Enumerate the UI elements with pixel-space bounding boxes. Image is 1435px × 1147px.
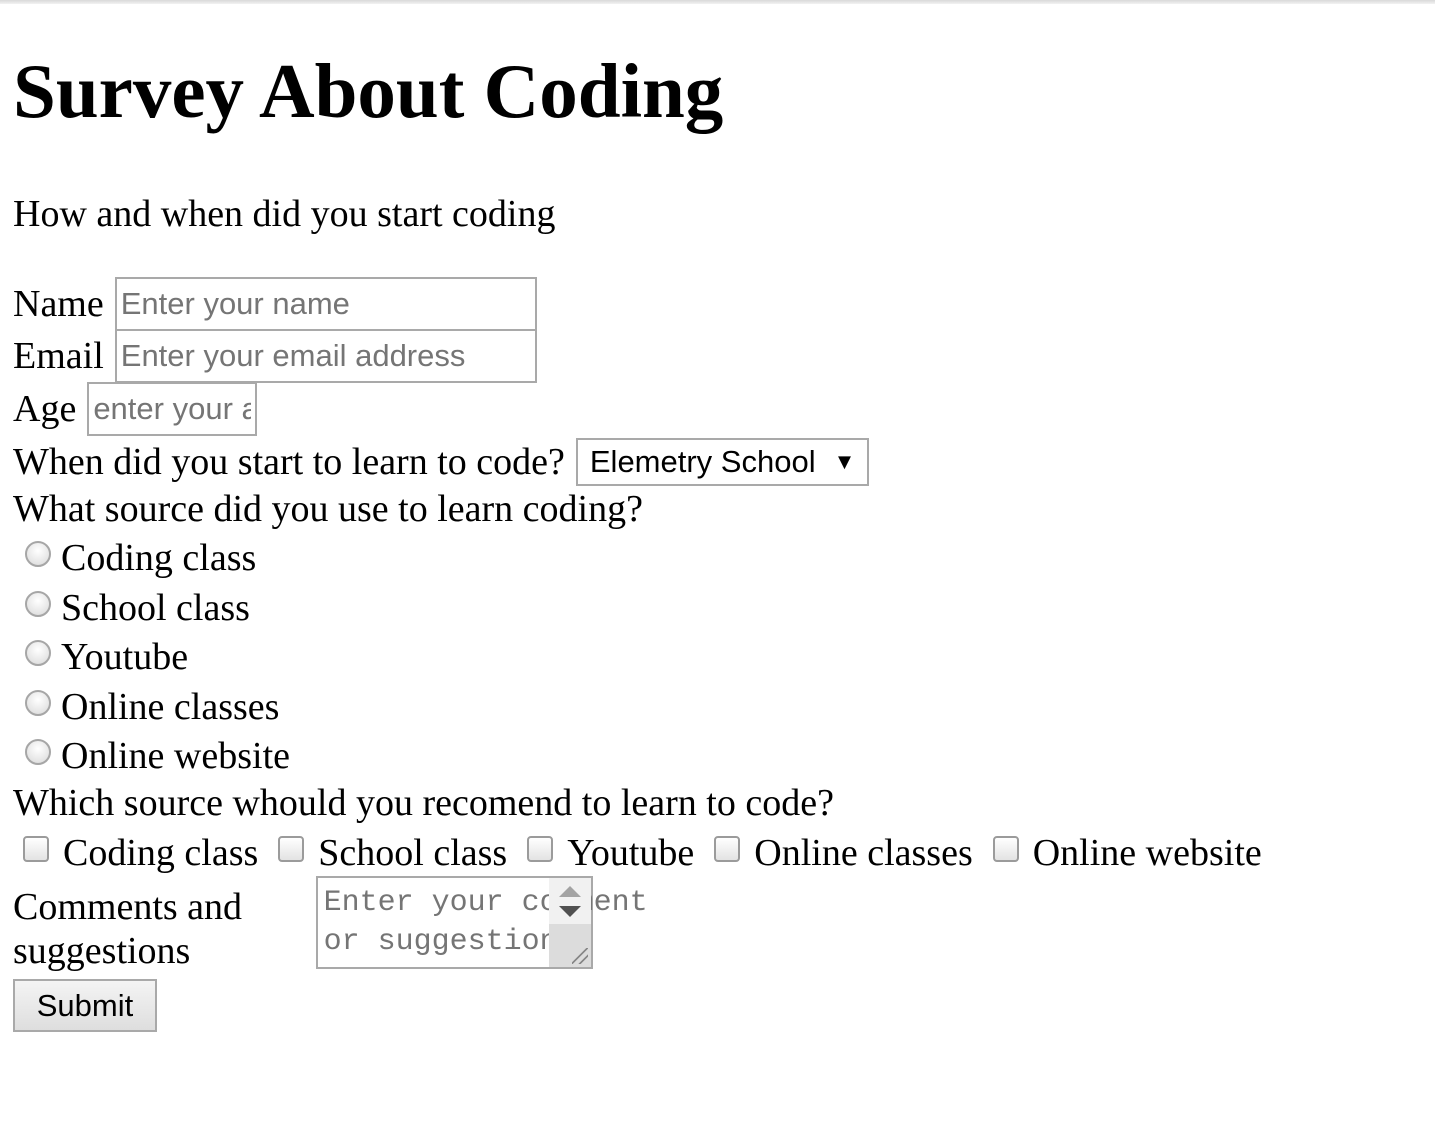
radio-label: Online classes <box>61 686 280 728</box>
checkbox-label: School class <box>318 832 508 874</box>
triangle-down-icon: ▼ <box>833 449 856 474</box>
recommend-option-5[interactable]: Online website <box>992 831 1262 875</box>
start-row: When did you start to learn to code? Ele… <box>13 438 870 486</box>
age-row: Age <box>13 382 258 436</box>
age-input[interactable] <box>87 382 258 436</box>
email-input[interactable] <box>114 329 537 383</box>
scroll-down-icon[interactable] <box>559 906 582 917</box>
checkbox[interactable] <box>23 836 49 862</box>
checkbox-label: Coding class <box>63 832 259 874</box>
scroll-up-icon[interactable] <box>559 886 582 897</box>
recommend-option-4[interactable]: Online classes <box>714 831 973 875</box>
checkbox-label: Youtube <box>567 832 695 874</box>
age-label: Age <box>13 388 77 430</box>
radio-button[interactable] <box>25 640 51 666</box>
recommend-options: Coding class School class Youtube Online… <box>23 831 1282 875</box>
checkbox[interactable] <box>992 836 1019 862</box>
source-question-row: What source did you use to learn coding? <box>13 487 643 531</box>
start-select[interactable]: Elemetry School ▼ <box>575 438 870 486</box>
checkbox[interactable] <box>714 836 741 862</box>
recommend-option-2[interactable]: School class <box>278 831 507 875</box>
browser-top-edge <box>0 0 1435 4</box>
checkbox-label: Online classes <box>754 832 973 874</box>
comments-row: Comments and suggestions <box>13 876 664 972</box>
comments-box <box>315 876 664 969</box>
source-option-3[interactable]: Youtube <box>25 635 188 679</box>
source-option-2[interactable]: School class <box>25 586 250 630</box>
radio-button[interactable] <box>25 591 51 617</box>
resize-grip-icon[interactable] <box>572 948 589 964</box>
name-row: Name <box>13 277 537 331</box>
recommend-question: Which source whould you recomend to lear… <box>13 782 834 824</box>
submit-button[interactable]: Submit <box>13 979 157 1032</box>
page-description: How and when did you start coding <box>13 193 556 235</box>
radio-label: Online website <box>61 735 291 777</box>
source-option-5[interactable]: Online website <box>25 734 290 778</box>
radio-label: School class <box>61 587 250 629</box>
radio-button[interactable] <box>25 541 51 567</box>
comments-textarea[interactable] <box>317 878 664 967</box>
start-label: When did you start to learn to code? <box>13 441 565 483</box>
page-title: Survey About Coding <box>13 48 724 134</box>
source-option-1[interactable]: Coding class <box>25 536 256 580</box>
source-option-4[interactable]: Online classes <box>25 685 279 729</box>
name-label: Name <box>13 283 104 325</box>
name-input[interactable] <box>114 277 537 331</box>
recommend-option-1[interactable]: Coding class <box>23 831 258 875</box>
checkbox[interactable] <box>527 836 554 862</box>
email-label: Email <box>13 335 104 377</box>
start-select-value: Elemetry School <box>589 444 816 479</box>
checkbox-label: Online website <box>1032 832 1262 874</box>
email-row: Email <box>13 329 537 383</box>
radio-label: Youtube <box>61 636 189 678</box>
source-question: What source did you use to learn coding? <box>13 488 643 530</box>
checkbox[interactable] <box>278 836 305 862</box>
radio-button[interactable] <box>25 739 51 765</box>
recommend-question-row: Which source whould you recomend to lear… <box>13 781 834 825</box>
comments-label: Comments and suggestions <box>13 886 243 972</box>
recommend-option-3[interactable]: Youtube <box>527 831 694 875</box>
radio-label: Coding class <box>61 537 257 579</box>
radio-button[interactable] <box>25 690 51 716</box>
